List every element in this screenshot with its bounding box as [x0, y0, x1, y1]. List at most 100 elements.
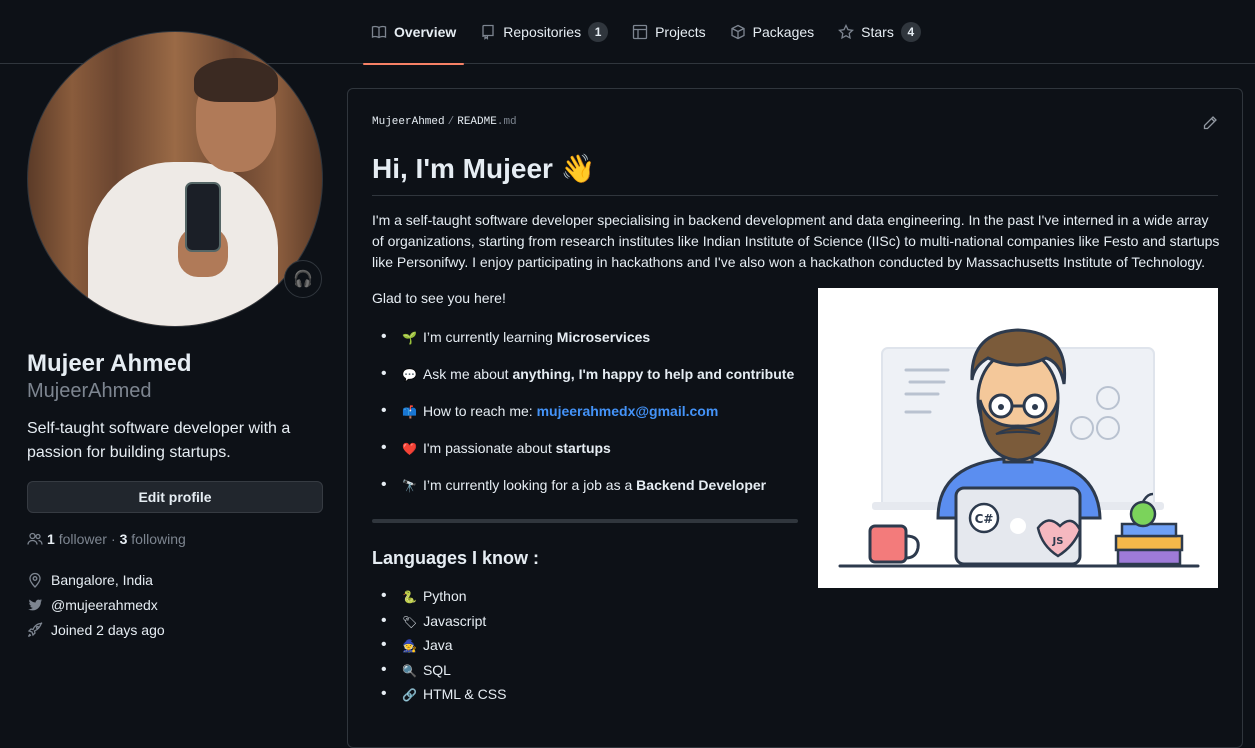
wizard-icon: 🧙: [402, 639, 417, 653]
avatar[interactable]: [27, 31, 323, 327]
list-item: 💬 Ask me about anything, I'm happy to hel…: [372, 364, 802, 401]
tab-projects[interactable]: Projects: [624, 0, 714, 64]
profile-sidebar: 🎧 Mujeer Ahmed MujeerAhmed Self-taught s…: [27, 31, 323, 642]
set-status-button[interactable]: 🎧: [284, 260, 322, 298]
tab-repositories[interactable]: Repositories 1: [472, 0, 616, 64]
followers-count: 1: [47, 531, 55, 547]
tab-overview[interactable]: Overview: [363, 0, 465, 65]
list-item-bold: startups: [555, 440, 611, 456]
avatar-container: 🎧: [27, 31, 323, 327]
location-icon: [29, 572, 41, 588]
list-item-text: I’m currently looking for a job as a: [422, 477, 637, 493]
table-icon: [632, 24, 648, 40]
readme-title: Hi, I'm Mujeer: [372, 153, 553, 184]
tab-repositories-label: Repositories: [503, 24, 582, 40]
profile-readme: MujeerAhmed / README.md Hi, I'm Mujeer 👋 I…: [347, 88, 1243, 748]
followers-link[interactable]: 1 follower: [47, 531, 107, 547]
twitter-item[interactable]: @mujeerahmedx: [27, 592, 323, 617]
list-item-text: I’m currently learning: [422, 329, 557, 345]
tag-icon: 🏷: [402, 614, 418, 629]
language-label: Java: [422, 637, 453, 653]
list-item: 🧙 Java: [372, 635, 506, 660]
tab-stars-label: Stars: [861, 24, 894, 40]
telescope-icon: 🔭: [402, 479, 417, 493]
seedling-icon: 🌱: [402, 331, 417, 345]
list-item: 🐍 Python: [372, 586, 506, 611]
book-icon: [371, 25, 387, 39]
link-icon: 🔗: [402, 688, 417, 702]
speech-bubble-icon: 💬: [402, 368, 417, 382]
follow-separator: ·: [110, 531, 116, 547]
python-icon: 🐍: [402, 590, 417, 604]
list-item: 📫 How to reach me: mujeerahmedx@gmail.com: [372, 401, 802, 438]
people-icon: [27, 532, 43, 545]
profile-login: MujeerAhmed: [27, 380, 152, 402]
language-label: Javascript: [423, 612, 487, 629]
heart-icon: ❤️: [402, 442, 417, 456]
follow-stats: 1 follower · 3 following: [27, 531, 323, 547]
location-text: Bangalore, India: [51, 571, 153, 588]
list-item-bold: Backend Developer: [636, 477, 767, 493]
package-icon: [731, 24, 745, 40]
list-item-text: I'm passionate about: [422, 440, 556, 456]
readme-intro: I'm a self-taught software developer spe…: [372, 212, 1220, 270]
list-item-bold: anything, I'm happy to help and contribu…: [512, 366, 795, 382]
mailbox-icon: 📫: [402, 405, 417, 419]
edit-profile-button[interactable]: Edit profile: [27, 481, 323, 513]
list-item-text: How to reach me:: [422, 403, 537, 419]
list-item: 🏷 Javascript: [372, 611, 506, 636]
list-item-bold: Microservices: [556, 329, 651, 345]
readme-greeting: Glad to see you here!: [372, 290, 506, 306]
followers-label: follower: [58, 531, 107, 547]
languages-heading: Languages I know :: [372, 548, 540, 568]
list-item-text: Ask me about: [422, 366, 513, 382]
stars-count-badge: 4: [900, 22, 921, 42]
profile-bio: Self-taught software developer with a pa…: [27, 420, 291, 461]
readme-heading: Hi, I'm Mujeer 👋: [372, 151, 1218, 196]
tab-packages[interactable]: Packages: [722, 0, 822, 64]
magnifier-icon: 🔍: [402, 663, 417, 678]
languages-list: 🐍 Python 🏷 Javascript 🧙 Java 🔍 SQL 🔗 HTML & C…: [372, 586, 506, 709]
breadcrumb-separator: /: [447, 116, 455, 128]
email-link[interactable]: mujeerahmedx@gmail.com: [537, 403, 719, 419]
joined-text: Joined 2 days ago: [51, 621, 165, 638]
language-label: Python: [422, 588, 467, 604]
list-item: 🔭 I’m currently looking for a job as a Ba…: [372, 475, 802, 512]
location-item: Bangalore, India: [27, 567, 323, 592]
avatar-hair-shape: [194, 58, 278, 102]
headphones-icon: 🎧: [293, 271, 313, 288]
following-label: following: [131, 531, 186, 547]
joined-item: Joined 2 days ago: [27, 617, 323, 642]
divider: [372, 519, 798, 523]
repo-icon: [482, 24, 494, 40]
repositories-count-badge: 1: [588, 22, 609, 42]
twitter-icon: [28, 598, 43, 610]
following-count: 3: [119, 531, 128, 547]
rocket-icon: [27, 621, 43, 637]
developer-illustration: C# JS: [818, 288, 1218, 588]
following-link[interactable]: 3 following: [120, 531, 186, 547]
js-sticker: JS: [1052, 536, 1064, 547]
tab-packages-label: Packages: [752, 24, 815, 40]
profile-tabs: Overview Repositories 1 Projects Package…: [363, 0, 937, 65]
readme-extension: .md: [496, 116, 517, 128]
csharp-sticker: C#: [975, 512, 994, 526]
twitter-handle: @mujeerahmedx: [51, 596, 158, 613]
readme-breadcrumb: MujeerAhmed / README.md: [372, 116, 517, 128]
tab-stars[interactable]: Stars 4: [830, 0, 929, 64]
list-item: ❤️ I'm passionate about startups: [372, 438, 802, 475]
pencil-icon[interactable]: [1202, 115, 1218, 131]
list-item: 🔗 HTML & CSS: [372, 684, 506, 709]
list-item: 🌱 I’m currently learning Microservices: [372, 327, 802, 364]
readme-owner[interactable]: MujeerAhmed: [372, 116, 445, 128]
list-item: 🔍 SQL: [372, 660, 506, 685]
developer-illustration-svg: C# JS: [838, 328, 1200, 568]
waving-hand-icon: 👋: [560, 153, 596, 184]
star-icon: [838, 24, 855, 40]
tab-overview-label: Overview: [394, 24, 457, 40]
language-label: HTML & CSS: [422, 686, 507, 702]
readme-filename[interactable]: README: [457, 116, 497, 128]
avatar-phone-shape: [185, 182, 221, 252]
tab-projects-label: Projects: [655, 24, 706, 40]
profile-details: Bangalore, India @mujeerahmedx Joined 2 …: [27, 567, 323, 642]
